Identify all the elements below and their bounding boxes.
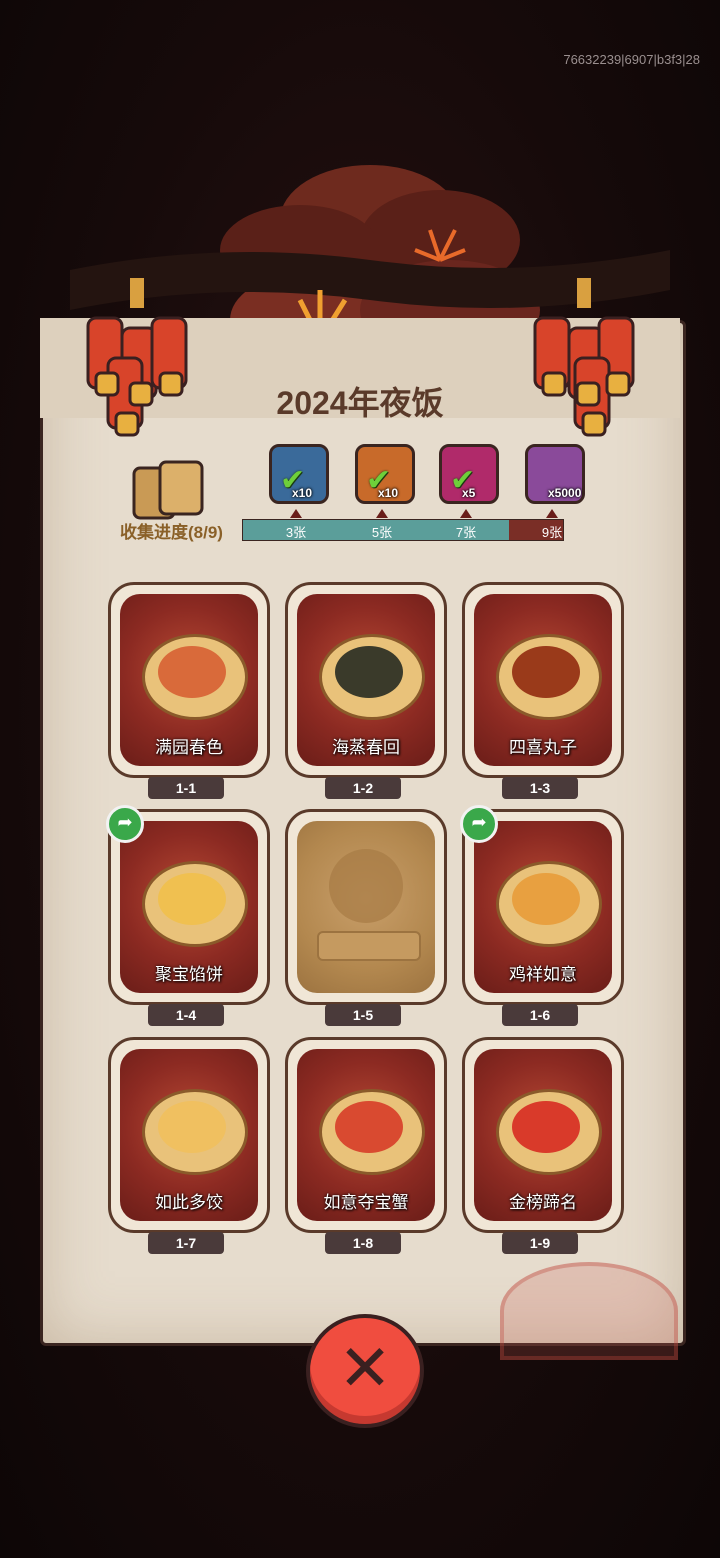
food-icon (158, 646, 226, 698)
dish-card-1-1[interactable]: 满园春色 (108, 582, 270, 778)
reward-count: x5000 (548, 486, 582, 500)
milestone-marker (290, 509, 302, 518)
food-icon (512, 1101, 580, 1153)
claimed-check-icon: ✔ (366, 463, 392, 498)
claimed-check-icon: ✔ (450, 463, 476, 498)
share-icon[interactable]: ➦ (460, 805, 498, 843)
card-number-label: 1-2 (325, 777, 401, 799)
food-icon (158, 873, 226, 925)
dish-name: 海蒸春回 (332, 738, 400, 757)
milestone-label: 9张 (541, 525, 563, 540)
dish-name: 如意夺宝蟹 (323, 1193, 409, 1212)
dish-card-1-3[interactable]: 四喜丸子 (462, 582, 624, 778)
dragon-emblem-icon (329, 849, 403, 923)
claimed-check-icon: ✔ (280, 463, 306, 498)
food-icon (158, 1101, 226, 1153)
dish-card-1-2[interactable]: 海蒸春回 (285, 582, 447, 778)
dish-image: 金榜蹄名 (474, 1049, 612, 1221)
dish-card-1-5[interactable] (285, 809, 447, 1005)
dish-name: 聚宝馅饼 (155, 965, 223, 984)
dish-card-1-7[interactable]: 如此多饺 (108, 1037, 270, 1233)
empty-name-ribbon (317, 931, 421, 961)
dish-image: 海蒸春回 (297, 594, 435, 766)
milestone-label: 7张 (455, 525, 477, 540)
milestone-label: 3张 (285, 525, 307, 540)
card-number-label: 1-7 (148, 1232, 224, 1254)
food-icon (512, 646, 580, 698)
dish-image: 满园春色 (120, 594, 258, 766)
card-number-label: 1-5 (325, 1004, 401, 1026)
card-number-label: 1-4 (148, 1004, 224, 1026)
locked-card-art (297, 821, 435, 993)
debug-id-text: 76632239|6907|b3f3|28 (563, 52, 700, 67)
dish-name: 鸡祥如意 (509, 965, 577, 984)
card-number-label: 1-1 (148, 777, 224, 799)
milestone-marker (376, 509, 388, 518)
food-icon (335, 1101, 403, 1153)
food-icon (512, 873, 580, 925)
dish-name: 四喜丸子 (509, 738, 577, 757)
close-button[interactable]: ✕ (306, 1314, 424, 1428)
share-icon[interactable]: ➦ (106, 805, 144, 843)
dish-image: 如意夺宝蟹 (297, 1049, 435, 1221)
milestone-marker (546, 509, 558, 518)
dish-image: 如此多饺 (120, 1049, 258, 1221)
page-title: 2024年夜饭 (276, 385, 444, 421)
card-number-label: 1-8 (325, 1232, 401, 1254)
card-number-label: 1-9 (502, 1232, 578, 1254)
dish-name: 金榜蹄名 (509, 1193, 577, 1212)
dish-image: 聚宝馅饼 (120, 821, 258, 993)
collection-progress-label: 收集进度(8/9) (120, 523, 223, 542)
dish-name: 如此多饺 (155, 1193, 223, 1212)
dish-image: 鸡祥如意 (474, 821, 612, 993)
dish-card-1-8[interactable]: 如意夺宝蟹 (285, 1037, 447, 1233)
card-stack-icon (132, 460, 204, 520)
seal-stamp-decoration (500, 1262, 678, 1360)
dish-image: 四喜丸子 (474, 594, 612, 766)
food-icon (335, 646, 403, 698)
dish-card-1-9[interactable]: 金榜蹄名 (462, 1037, 624, 1233)
dish-name: 满园春色 (155, 738, 223, 757)
card-number-label: 1-3 (502, 777, 578, 799)
milestone-label: 5张 (371, 525, 393, 540)
milestone-marker (460, 509, 472, 518)
card-number-label: 1-6 (502, 1004, 578, 1026)
